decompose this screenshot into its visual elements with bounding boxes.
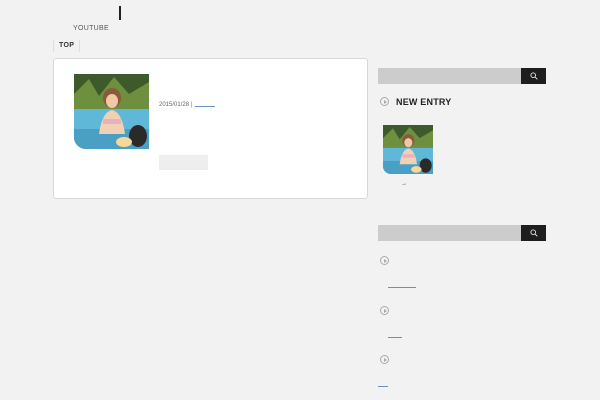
play-circle-icon — [380, 97, 389, 106]
search-button[interactable] — [521, 68, 546, 84]
new-entry-thumbnail[interactable] — [383, 125, 433, 174]
breadcrumb-top[interactable]: TOP — [53, 40, 81, 52]
meta-separator: | — [191, 102, 193, 109]
site-subtitle: YOUTUBE — [73, 25, 109, 32]
post-meta: 2015/01/28 | — [159, 102, 215, 108]
read-more-button[interactable] — [159, 155, 208, 170]
sidebar-link-1[interactable] — [388, 287, 416, 288]
play-circle-icon — [380, 355, 389, 364]
sidebar-search-bar[interactable] — [378, 68, 546, 84]
search-icon — [530, 72, 538, 80]
post-date: 2015/01/28 — [159, 102, 190, 109]
sidebar-link-3[interactable] — [378, 386, 388, 387]
sidebar-search-bar-2[interactable] — [378, 225, 546, 241]
sidebar-link-2[interactable] — [388, 337, 402, 338]
new-entry-arrow[interactable]: → — [401, 181, 407, 187]
post-category-link[interactable] — [194, 102, 215, 107]
search-icon — [530, 229, 538, 237]
play-circle-icon — [380, 306, 389, 315]
post-card: 2015/01/28 | — [53, 58, 368, 199]
site-logo[interactable] — [119, 6, 121, 20]
new-entry-title: NEW ENTRY — [396, 97, 452, 107]
post-thumbnail[interactable] — [74, 74, 149, 149]
play-circle-icon — [380, 256, 389, 265]
search-button-2[interactable] — [521, 225, 546, 241]
